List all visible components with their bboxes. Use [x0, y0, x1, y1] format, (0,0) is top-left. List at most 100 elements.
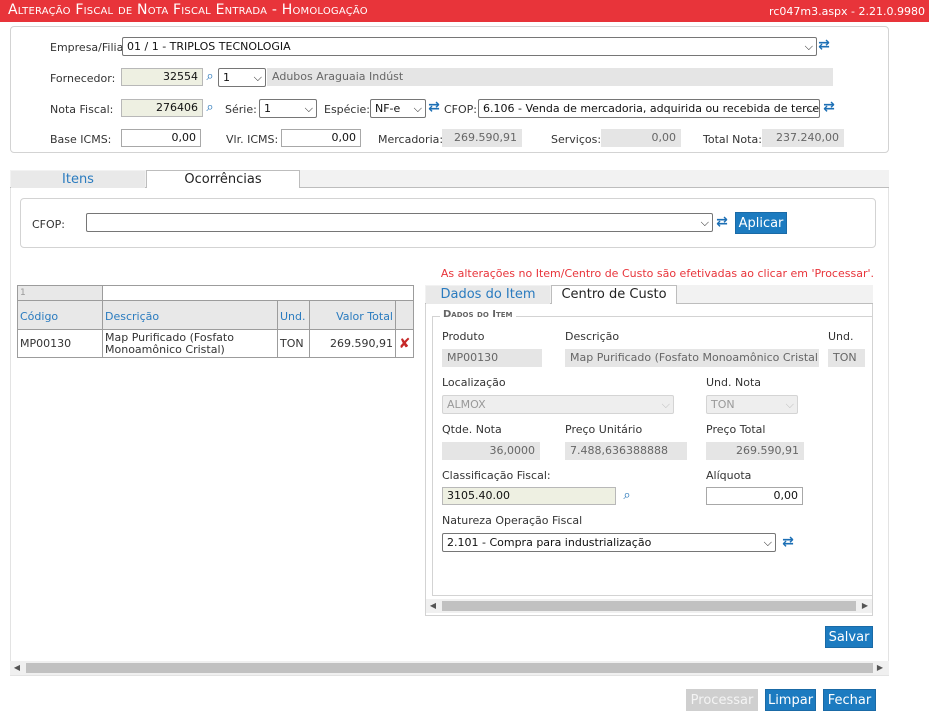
qtde-field: 36,0000 — [442, 442, 540, 460]
vlr-icms-input[interactable]: 0,00 — [281, 129, 361, 147]
preco-unit-field: 7.488,636388888 — [565, 442, 687, 460]
scroll-left-icon[interactable]: ◀ — [428, 600, 438, 612]
search-icon[interactable]: ⌕ — [203, 70, 217, 84]
classificacao-input[interactable]: 3105.40.00 — [442, 487, 616, 505]
especie-label: Espécie: — [324, 103, 371, 116]
mercadoria-field: 269.590,91 — [442, 129, 522, 147]
col-codigo[interactable]: Código — [17, 300, 103, 330]
aplicar-button[interactable]: Aplicar — [735, 212, 787, 234]
limpar-button[interactable]: Limpar — [765, 689, 816, 711]
mercadoria-label: Mercadoria: — [378, 133, 444, 146]
chevron-down-icon: ⌵ — [807, 102, 816, 115]
window-title: Alteração Fiscal de Nota Fiscal Entrada … — [8, 2, 368, 18]
tab-itens[interactable]: Itens — [11, 171, 145, 188]
descricao-field: Map Purificado (Fosfato Monoamônico Cris… — [565, 349, 819, 367]
fornecedor-code-input[interactable]: 32554 — [121, 68, 203, 86]
chevron-down-icon: ⌵ — [413, 102, 422, 115]
localizacao-label: Localização — [442, 376, 506, 389]
processar-button[interactable]: Processar — [686, 689, 758, 711]
fechar-button[interactable]: Fechar — [823, 689, 876, 711]
base-icms-input[interactable]: 0,00 — [121, 129, 201, 147]
serie-value: 1 — [264, 102, 271, 115]
col-und[interactable]: Und. — [277, 300, 310, 330]
col-valor[interactable]: Valor Total — [309, 300, 396, 330]
und-nota-value: TON — [711, 398, 735, 411]
cfop-value: 6.106 - Venda de mercadoria, adquirida o… — [483, 102, 820, 115]
serie-label: Série: — [225, 103, 257, 116]
servicos-label: Serviços: — [551, 133, 602, 146]
col-actions — [395, 300, 414, 330]
scroll-right-icon[interactable]: ▶ — [860, 600, 870, 612]
refresh-icon[interactable]: ⇄ — [822, 100, 836, 114]
localizacao-select: ALMOX ⌵ — [442, 395, 674, 414]
tab-ocorrencias[interactable]: Ocorrências — [146, 170, 300, 189]
refresh-icon[interactable]: ⇄ — [715, 215, 729, 229]
search-icon[interactable]: ⌕ — [620, 489, 634, 503]
notice-text: As alterações no Item/Centro de Custo sã… — [440, 267, 874, 280]
localizacao-value: ALMOX — [447, 398, 486, 411]
refresh-icon[interactable]: ⇄ — [781, 535, 795, 549]
servicos-field: 0,00 — [601, 129, 681, 147]
fornecedor-name-field: Adubos Araguaia Indúst — [267, 68, 833, 86]
chevron-down-icon: ⌵ — [661, 398, 670, 411]
fornecedor-branch-select[interactable]: 1 ⌵ — [218, 68, 266, 87]
items-table: 1 Código Descrição Und. Valor Total MP00… — [17, 285, 414, 358]
cfop-filter-label: CFOP: — [32, 218, 66, 231]
serie-select[interactable]: 1 ⌵ — [259, 99, 317, 118]
produto-label: Produto — [442, 330, 485, 343]
aliquota-input[interactable]: 0,00 — [706, 487, 803, 505]
page-spacer — [102, 285, 414, 301]
und-nota-select: TON ⌵ — [706, 395, 798, 414]
und-field: TON — [828, 349, 865, 367]
preco-total-label: Preço Total — [706, 423, 766, 436]
fornecedor-label: Fornecedor: — [50, 72, 116, 85]
und-label: Und. — [828, 330, 854, 343]
fornecedor-branch-value: 1 — [223, 71, 230, 84]
nota-input[interactable]: 276406 — [121, 99, 203, 117]
chevron-down-icon: ⌵ — [785, 398, 794, 411]
cell-codigo: MP00130 — [17, 329, 103, 358]
salvar-button[interactable]: Salvar — [825, 626, 873, 648]
scroll-left-icon[interactable]: ◀ — [12, 662, 22, 674]
table-row[interactable]: MP00130 Map Purificado (Fosfato Monoamôn… — [17, 329, 414, 358]
cfop-filter-select[interactable]: ⌵ — [86, 213, 713, 232]
cell-descricao: Map Purificado (Fosfato Monoamônico Cris… — [102, 329, 278, 358]
tab-centro-custo[interactable]: Centro de Custo — [551, 285, 677, 305]
refresh-icon[interactable]: ⇄ — [427, 100, 441, 114]
delete-icon[interactable]: ✘ — [395, 329, 414, 358]
page-number[interactable]: 1 — [17, 285, 103, 301]
vlr-icms-label: Vlr. ICMS: — [226, 133, 279, 146]
search-icon[interactable]: ⌕ — [203, 101, 217, 115]
scroll-thumb[interactable] — [442, 601, 856, 611]
natureza-value: 2.101 - Compra para industrialização — [447, 536, 652, 549]
natureza-label: Natureza Operação Fiscal — [442, 514, 583, 527]
version-label: rc047m3.aspx - 2.21.0.9980 — [769, 5, 925, 18]
total-field: 237.240,00 — [762, 129, 844, 147]
refresh-icon[interactable]: ⇄ — [817, 38, 831, 52]
empresa-select[interactable]: 01 / 1 - TRIPLOS TECNOLOGIA ⌵ — [122, 37, 817, 56]
col-descricao[interactable]: Descrição — [102, 300, 278, 330]
tab-dados-item[interactable]: Dados do Item — [426, 286, 550, 304]
chevron-down-icon: ⌵ — [763, 536, 772, 549]
empresa-label: Empresa/Filial — [50, 41, 127, 54]
empresa-select-value: 01 / 1 - TRIPLOS TECNOLOGIA — [127, 40, 291, 53]
total-label: Total Nota: — [703, 133, 762, 146]
produto-field: MP00130 — [442, 349, 542, 367]
scroll-thumb[interactable] — [26, 663, 873, 673]
classificacao-label: Classificação Fiscal: — [442, 469, 551, 482]
cfop-label: CFOP: — [444, 103, 478, 116]
chevron-down-icon: ⌵ — [700, 216, 709, 229]
chevron-down-icon: ⌵ — [253, 71, 262, 84]
preco-total-field: 269.590,91 — [706, 442, 804, 460]
scroll-right-icon[interactable]: ▶ — [875, 662, 885, 674]
natureza-select[interactable]: 2.101 - Compra para industrialização ⌵ — [442, 533, 776, 552]
cell-und: TON — [277, 329, 310, 358]
cfop-select[interactable]: 6.106 - Venda de mercadoria, adquirida o… — [478, 99, 820, 118]
chevron-down-icon: ⌵ — [304, 102, 313, 115]
qtde-label: Qtde. Nota — [442, 423, 502, 436]
aliquota-label: Alíquota — [706, 469, 752, 482]
main-scrollbar[interactable]: ◀ ▶ — [10, 661, 889, 675]
especie-select[interactable]: NF-e ⌵ — [370, 99, 426, 118]
nota-label: Nota Fiscal: — [50, 103, 114, 116]
detail-scrollbar[interactable]: ◀ ▶ — [426, 599, 872, 613]
